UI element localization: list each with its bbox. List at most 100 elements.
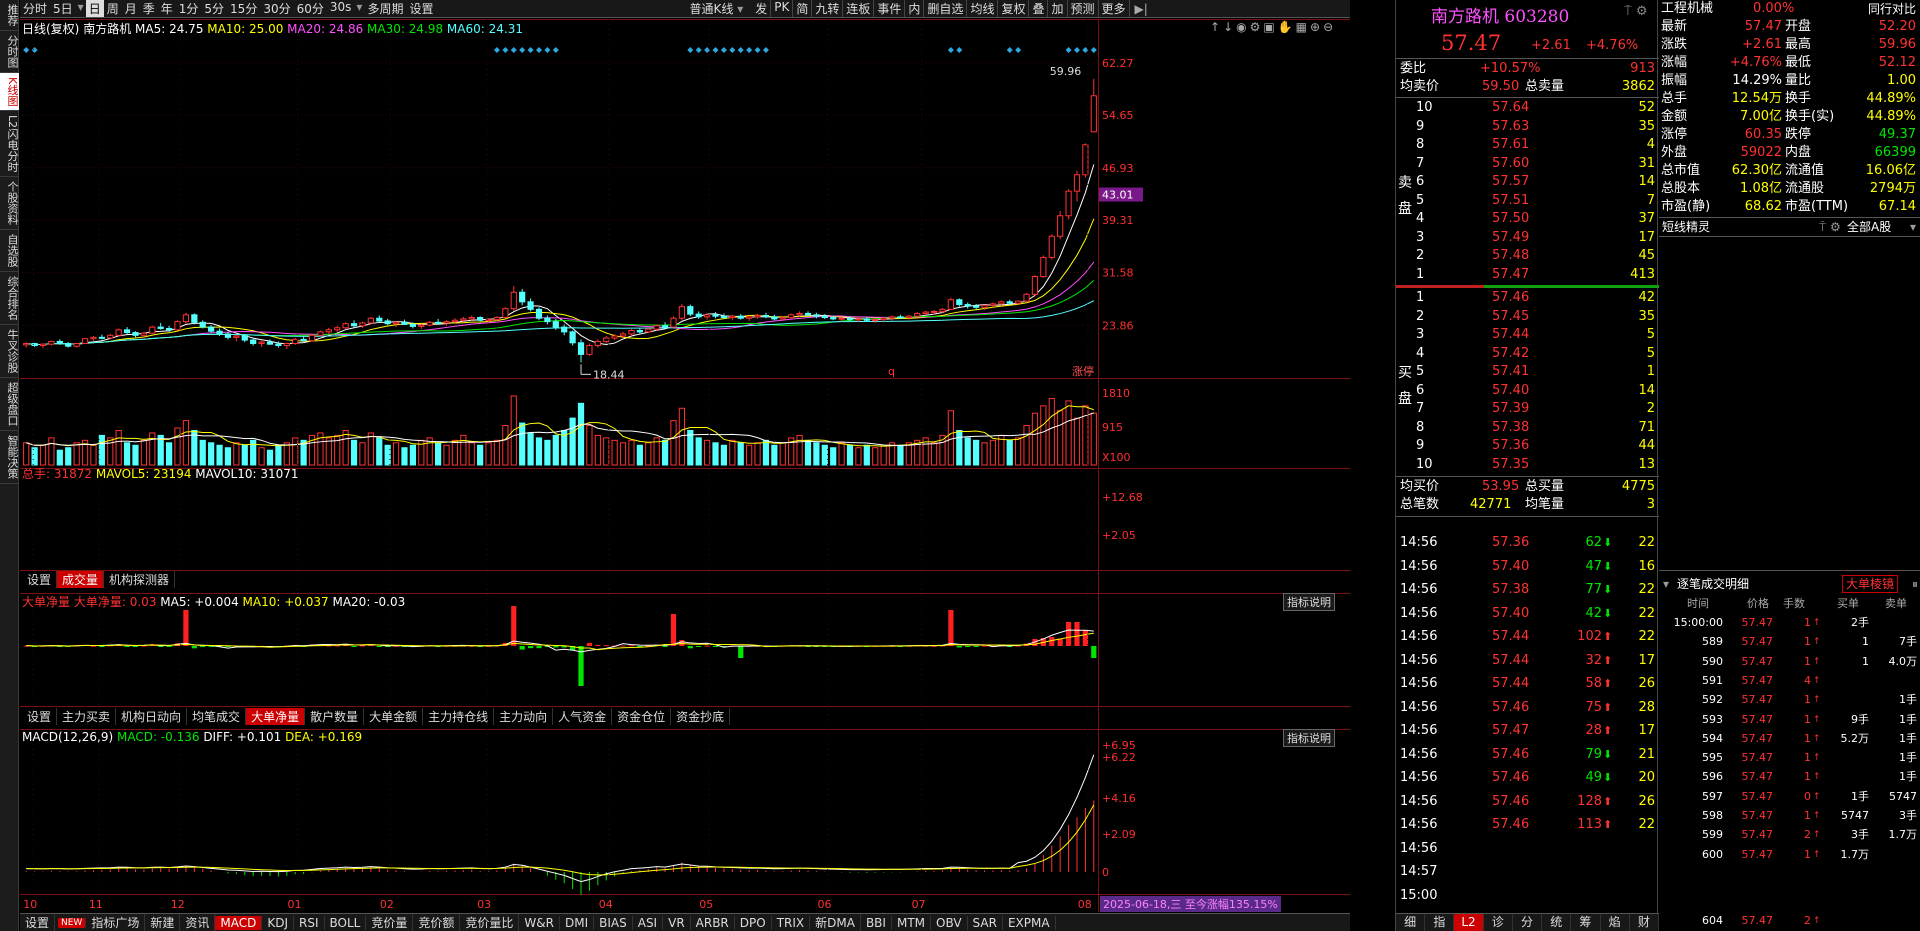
quote-tab-2[interactable]: L2 <box>1454 914 1484 931</box>
quote-tab-4[interactable]: 分 <box>1513 914 1543 931</box>
settings-icons[interactable]: ⍑ ⚙ <box>1624 4 1648 19</box>
grid-icon[interactable]: ▦ <box>1296 20 1310 34</box>
bottom-tab-4[interactable]: MACD <box>215 915 263 930</box>
period-5[interactable]: 季 <box>140 0 158 17</box>
tool-13[interactable]: 更多 <box>1099 0 1130 17</box>
multi-period-button[interactable]: 多周期 <box>364 0 406 17</box>
quote-tab-0[interactable]: 细 <box>1396 914 1426 931</box>
bottom-tab-17[interactable]: DPO <box>735 915 772 930</box>
bottom-tab-8[interactable]: 竞价量 <box>366 914 414 931</box>
period-4[interactable]: 月 <box>122 0 140 17</box>
bottom-tab-11[interactable]: W&R <box>519 915 560 930</box>
nav-item-6[interactable]: 综合排名 <box>0 272 19 326</box>
indicator-tab-3[interactable]: 均笔成交 <box>187 708 247 725</box>
quote-tab-6[interactable]: 筹 <box>1571 914 1601 931</box>
bottom-tab-21[interactable]: MTM <box>892 915 932 930</box>
bottom-tab-1[interactable]: 指标广场 <box>86 914 146 931</box>
period-11[interactable]: 60分 <box>294 0 327 17</box>
tool-1[interactable]: PK <box>771 0 794 17</box>
bottom-tab-22[interactable]: OBV <box>931 915 968 930</box>
nav-item-8[interactable]: 超级盘口 <box>0 378 19 432</box>
tool-4[interactable]: 连板 <box>843 0 875 17</box>
quote-tab-1[interactable]: 指 <box>1425 914 1455 931</box>
period-2[interactable]: 日 <box>85 0 104 17</box>
big-order-button[interactable]: 大单棱镜 <box>1842 575 1899 593</box>
tool-6[interactable]: 内 <box>905 0 925 17</box>
gear-icon[interactable]: ⚙ <box>1250 20 1264 34</box>
indicator-tab-1[interactable]: 主力买卖 <box>57 708 117 725</box>
nav-item-5[interactable]: 自选股 <box>0 230 19 273</box>
eye-icon[interactable]: ◉ <box>1236 20 1249 34</box>
quote-tab-7[interactable]: 焰 <box>1601 914 1630 931</box>
indicator-help-button-2[interactable]: 指标说明 <box>1283 729 1335 747</box>
bottom-tab-13[interactable]: BIAS <box>594 915 633 930</box>
quote-tab-8[interactable]: 财 <box>1630 914 1659 931</box>
bottom-tab-7[interactable]: BOLL <box>325 915 367 930</box>
indicator-tab-8[interactable]: 主力动向 <box>494 708 554 725</box>
bottom-tab-10[interactable]: 竞价量比 <box>460 914 520 931</box>
indicator-tab-4[interactable]: 大单净量 <box>246 708 306 725</box>
volume-tab-1[interactable]: 成交量 <box>57 571 105 588</box>
tool-11[interactable]: 加 <box>1048 0 1068 17</box>
bottom-tab-9[interactable]: 竞价额 <box>413 914 461 931</box>
indicator-tab-0[interactable]: 设置 <box>22 708 58 725</box>
arrow-up-icon[interactable]: ↑ <box>1210 20 1223 34</box>
tool-8[interactable]: 均线 <box>967 0 999 17</box>
arrow-down-icon[interactable]: ↓ <box>1223 20 1236 34</box>
bottom-tab-12[interactable]: DMI <box>560 915 595 930</box>
nav-item-4[interactable]: 个股资料 <box>0 177 19 231</box>
nav-item-1[interactable]: 分时图 <box>0 31 19 73</box>
bottom-tab-0[interactable]: 设置 <box>20 914 56 931</box>
volume-tab-2[interactable]: 机构探测器 <box>104 571 176 588</box>
tool-7[interactable]: 删自选 <box>924 0 968 17</box>
bottom-tab-19[interactable]: 新DMA <box>810 914 861 931</box>
tool-10[interactable]: 叠 <box>1029 0 1049 17</box>
bottom-tab-20[interactable]: BBI <box>861 915 892 930</box>
period-1[interactable]: 5日 <box>50 0 76 17</box>
market-select[interactable]: 全部A股 <box>1847 218 1891 236</box>
nav-item-7[interactable]: 牛叉诊股 <box>0 325 19 379</box>
indicator-tab-2[interactable]: 机构日动向 <box>116 708 188 725</box>
quote-tab-3[interactable]: 诊 <box>1484 914 1513 931</box>
bottom-tab-14[interactable]: ASI <box>633 915 664 930</box>
tool-icons[interactable]: ⍑ ⚙ <box>1819 218 1841 236</box>
tool-3[interactable]: 九转 <box>812 0 844 17</box>
period-12[interactable]: 30s <box>327 0 355 17</box>
tool-2[interactable]: 简 <box>793 0 813 17</box>
nav-item-3[interactable]: L2闪电分时 <box>0 111 19 178</box>
period-6[interactable]: 年 <box>158 0 176 17</box>
indicator-tab-6[interactable]: 大单金额 <box>364 708 424 725</box>
bottom-tab-3[interactable]: 资讯 <box>180 914 216 931</box>
bottom-tab-16[interactable]: ARBR <box>691 915 735 930</box>
period-10[interactable]: 30分 <box>260 0 293 17</box>
bottom-tab-24[interactable]: EXPMA <box>1003 915 1056 930</box>
collapse-icon[interactable]: ▶| <box>1132 2 1151 16</box>
tool-12[interactable]: 预测 <box>1068 0 1099 17</box>
lock-icon[interactable]: ▣ <box>1263 20 1277 34</box>
indicator-help-button-1[interactable]: 指标说明 <box>1283 593 1335 611</box>
volume-tab-0[interactable]: 设置 <box>22 571 58 588</box>
bottom-tab-2[interactable]: 新建 <box>145 914 181 931</box>
hand-icon[interactable]: ✋ <box>1278 20 1296 34</box>
bottom-tab-5[interactable]: KDJ <box>262 915 295 930</box>
zoom-in-icon[interactable]: ⊕ <box>1310 20 1323 34</box>
nav-item-0[interactable]: 推荐 <box>0 0 19 31</box>
nav-item-9[interactable]: 智能决策 <box>0 431 19 485</box>
indicator-tab-9[interactable]: 人气资金 <box>553 708 613 725</box>
peer-compare-link[interactable]: 同行对比 <box>1868 0 1916 18</box>
indicator-tab-7[interactable]: 主力持仓线 <box>423 708 495 725</box>
bottom-tab-15[interactable]: VR <box>663 915 691 930</box>
quote-tab-5[interactable]: 统 <box>1542 914 1572 931</box>
tool-9[interactable]: 复权 <box>998 0 1030 17</box>
indicator-tab-5[interactable]: 散户数量 <box>305 708 365 725</box>
kline-type-select[interactable]: 普通K线 ▾ <box>686 0 746 17</box>
indicator-tab-11[interactable]: 资金抄底 <box>671 708 731 725</box>
period-7[interactable]: 1分 <box>176 0 202 17</box>
tool-0[interactable]: 发 <box>752 0 772 17</box>
period-0[interactable]: 分时 <box>20 0 50 17</box>
zoom-out-icon[interactable]: ⊖ <box>1323 20 1336 34</box>
tool-5[interactable]: 事件 <box>874 0 906 17</box>
bottom-tab-18[interactable]: TRIX <box>772 915 811 930</box>
nav-item-2[interactable]: K线图 <box>0 73 19 112</box>
bottom-tab-6[interactable]: RSI <box>294 915 325 930</box>
